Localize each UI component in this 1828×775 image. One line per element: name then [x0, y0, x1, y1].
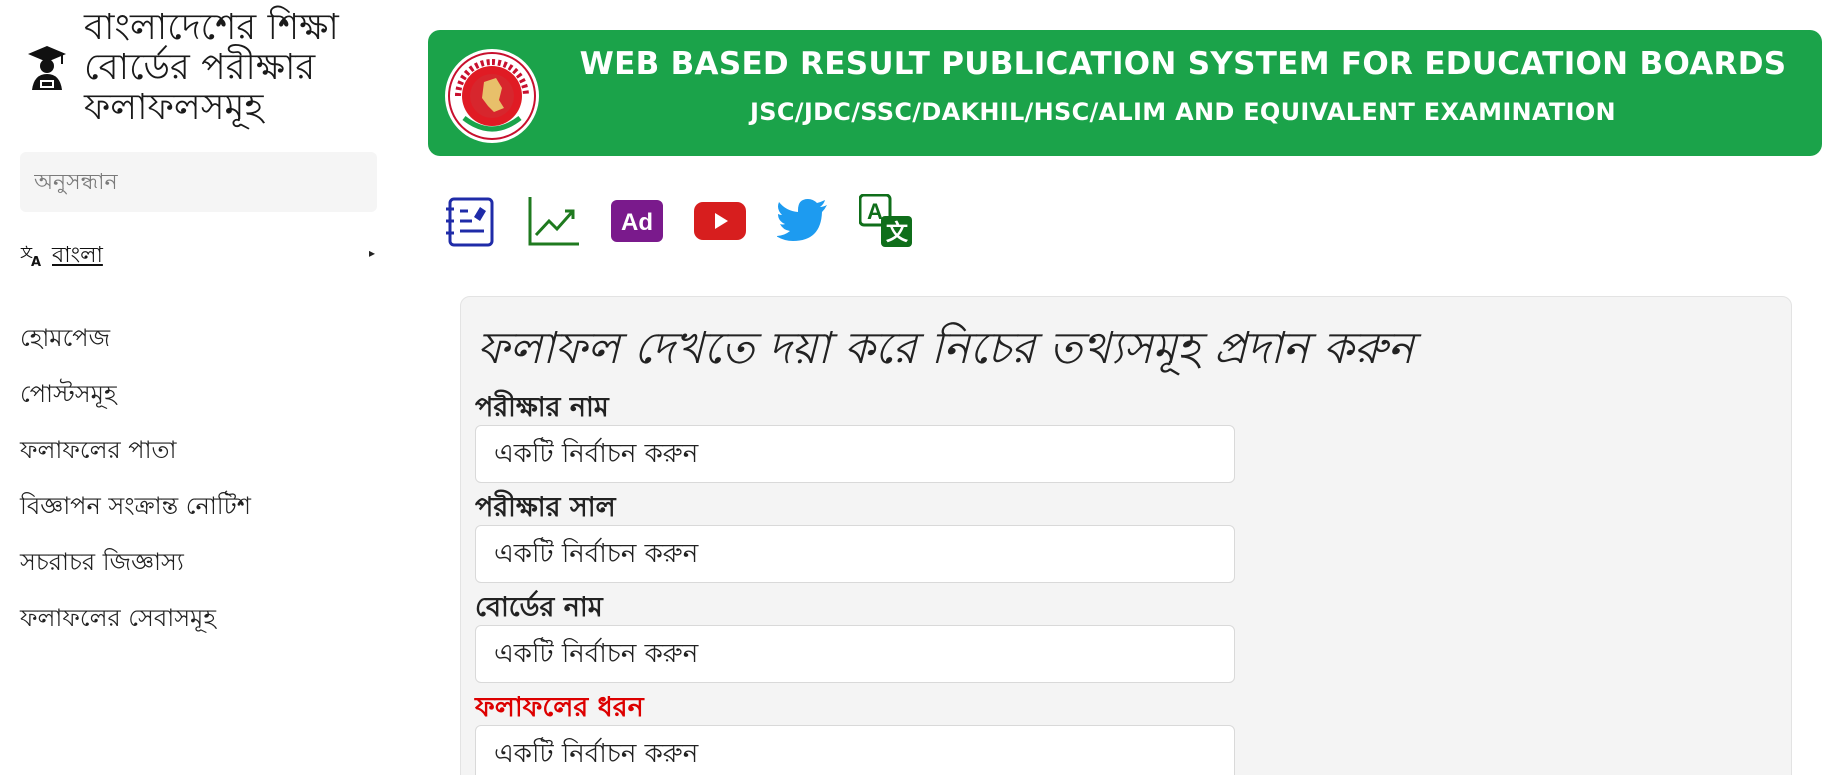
chevron-right-icon[interactable]: ▸: [369, 246, 375, 260]
banner-subtitle: JSC/JDC/SSC/DAKHIL/HSC/ALIM AND EQUIVALE…: [750, 98, 1616, 126]
nav-item-ad-notice[interactable]: বিজ্ঞাপন সংক্রান্ত নোটিশ: [20, 488, 251, 544]
result-form-card: ফলাফল দেখতে দয়া করে নিচের তথ্যসমূহ প্রদ…: [460, 296, 1792, 775]
translate-icon[interactable]: A 文: [859, 194, 913, 248]
board-name-select[interactable]: একটি নির্বাচন করুন: [475, 625, 1235, 683]
nav-item-faq[interactable]: সচরাচর জিজ্ঞাস্য: [20, 544, 251, 600]
result-type-select[interactable]: একটি নির্বাচন করুন: [475, 725, 1235, 775]
nav-item-result-services[interactable]: ফলাফলের সেবাসমূহ: [20, 600, 251, 656]
exam-year-select[interactable]: একটি নির্বাচন করুন: [475, 525, 1235, 583]
language-selector[interactable]: 文 A বাংলা ▸: [20, 240, 375, 272]
nav-item-home[interactable]: হোমপেজ: [20, 320, 251, 376]
language-label[interactable]: বাংলা: [52, 238, 103, 275]
toolbar: Ad A 文: [444, 194, 942, 248]
notes-icon[interactable]: [444, 194, 498, 248]
brand-title[interactable]: বাংলাদেশের শিক্ষা বোর্ডের পরীক্ষার ফলাফল…: [84, 8, 384, 128]
exam-name-select[interactable]: একটি নির্বাচন করুন: [475, 425, 1235, 483]
chart-icon[interactable]: [527, 194, 581, 248]
ad-label: Ad: [621, 209, 653, 236]
header-banner: WEB BASED RESULT PUBLICATION SYSTEM FOR …: [428, 30, 1822, 156]
youtube-icon[interactable]: [693, 194, 747, 248]
brand[interactable]: বাংলাদেশের শিক্ষা বোর্ডের পরীক্ষার ফলাফল…: [26, 8, 384, 128]
graduate-icon: [26, 44, 68, 92]
svg-text:文: 文: [886, 220, 909, 246]
government-seal-icon: [444, 48, 540, 144]
banner-title: WEB BASED RESULT PUBLICATION SYSTEM FOR …: [579, 46, 1787, 82]
search-input[interactable]: [20, 152, 377, 212]
ad-icon[interactable]: Ad: [610, 194, 664, 248]
svg-text:A: A: [31, 255, 41, 268]
nav-item-posts[interactable]: পোস্টসমূহ: [20, 376, 251, 432]
svg-text:A: A: [867, 199, 883, 224]
sidebar: বাংলাদেশের শিক্ষা বোর্ডের পরীক্ষার ফলাফল…: [0, 0, 400, 775]
form-heading: ফলাফল দেখতে দয়া করে নিচের তথ্যসমূহ প্রদ…: [477, 323, 1414, 374]
nav-item-results-page[interactable]: ফলাফলের পাতা: [20, 432, 251, 488]
sidebar-nav: হোমপেজ পোস্টসমূহ ফলাফলের পাতা বিজ্ঞাপন স…: [20, 320, 251, 656]
translate-icon: 文 A: [20, 244, 44, 270]
twitter-icon[interactable]: [776, 194, 830, 248]
